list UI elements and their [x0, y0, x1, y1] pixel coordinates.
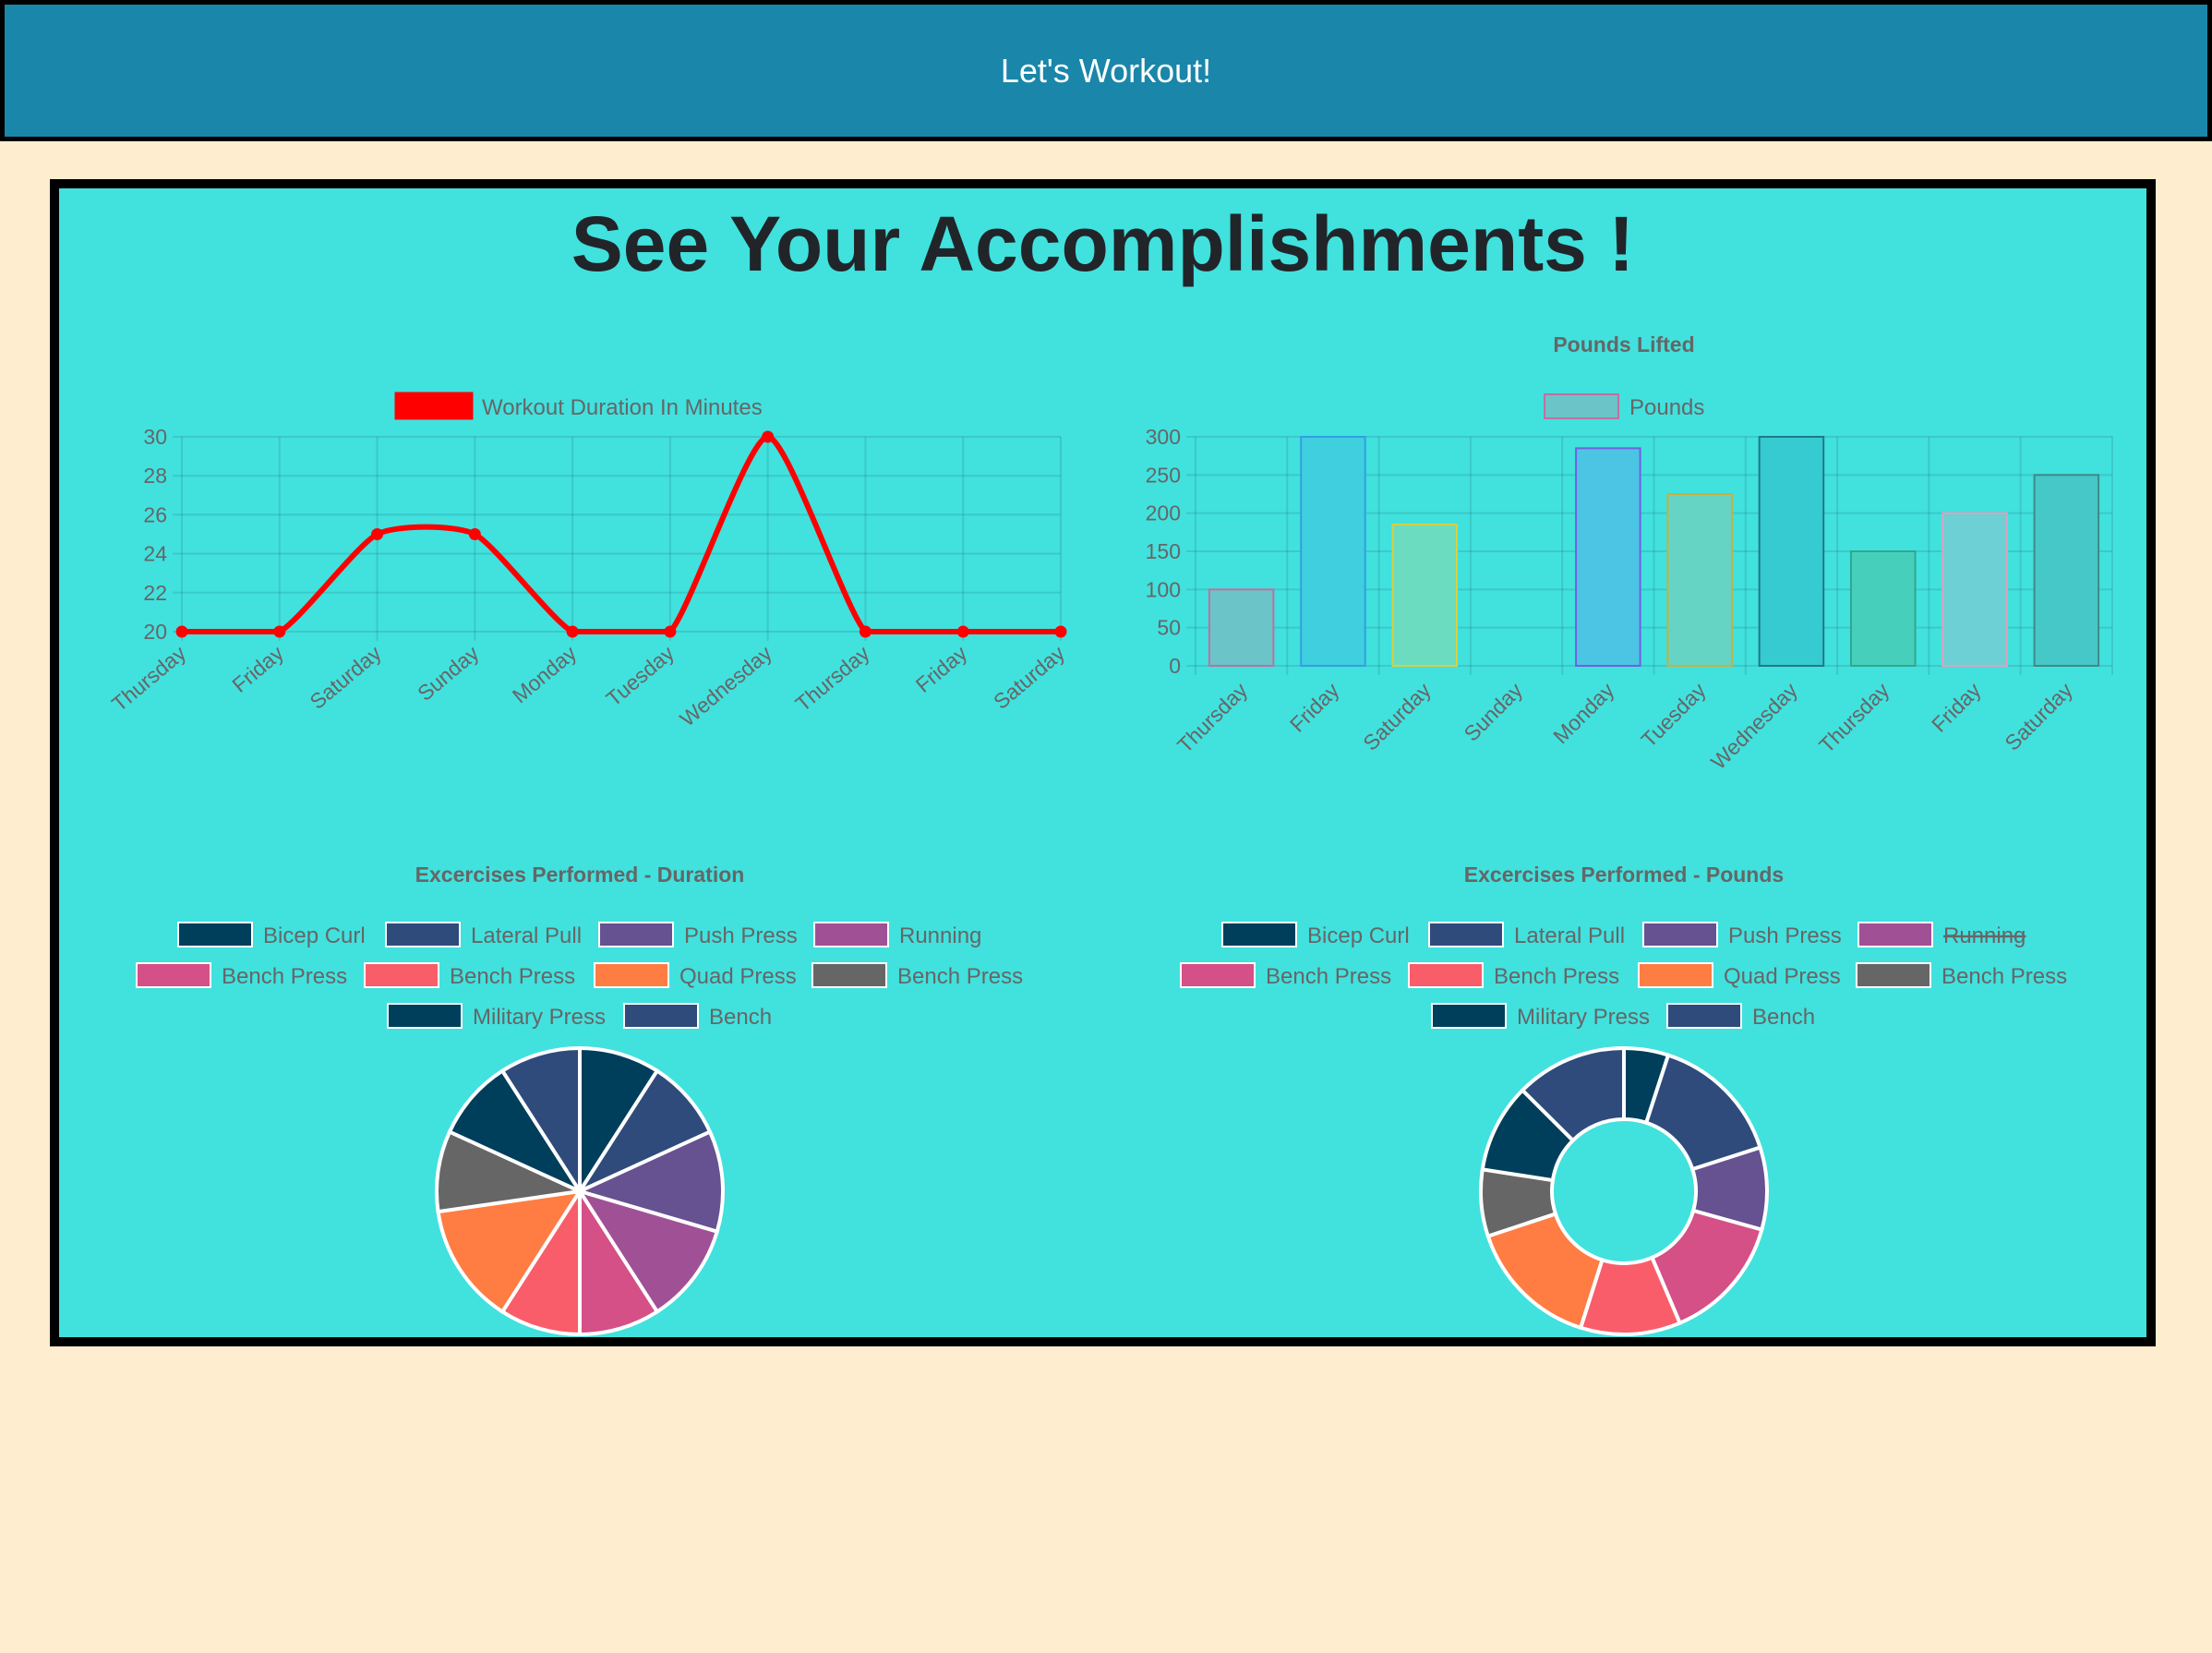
legend-label: Bench Press — [1942, 964, 2067, 989]
legend-swatch — [1180, 962, 1256, 988]
legend-label: Bicep Curl — [1307, 923, 1410, 948]
legend-label: Push Press — [1728, 923, 1842, 948]
legend-swatch — [1638, 962, 1713, 988]
legend-swatch — [1408, 962, 1484, 988]
exercises-pounds-doughnut-chart: Excercises Performed - Pounds Bicep Curl L… — [1180, 863, 2067, 1336]
legend-label: Bench — [1752, 1005, 1815, 1030]
legend-swatch — [1856, 962, 1931, 988]
legend-label: Running — [1943, 923, 2026, 948]
legend-swatch — [1221, 922, 1297, 947]
legend-swatch — [1428, 922, 1504, 947]
legend-swatch — [1666, 1003, 1742, 1029]
legend-label: Lateral Pull — [1514, 923, 1625, 948]
legend-swatch — [1857, 922, 1933, 947]
chart-title: Excercises Performed - Pounds — [1464, 863, 1784, 887]
legend-swatch — [1431, 1003, 1507, 1029]
legend-label: Bench Press — [1266, 964, 1391, 989]
legend-label: Bench Press — [1494, 964, 1619, 989]
legend-swatch — [1642, 922, 1718, 947]
legend-label: Quad Press — [1724, 964, 1841, 989]
legend-label: Military Press — [1517, 1005, 1650, 1030]
